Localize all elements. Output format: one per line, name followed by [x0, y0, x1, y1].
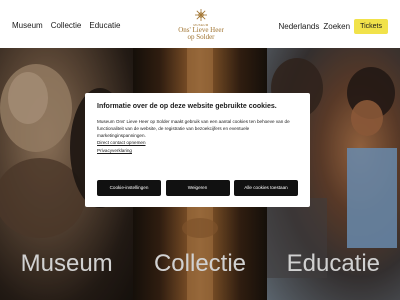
- nav-museum[interactable]: Museum: [12, 21, 43, 30]
- museum-logo[interactable]: MUSEUM Ons' Lieve Heer op Solder: [176, 8, 226, 46]
- cookie-description: Museum Ons' Lieve Heer op Solder maakt g…: [97, 119, 290, 138]
- cookie-actions: Cookie-instellingen Weigeren Alle cookie…: [97, 180, 298, 196]
- cookie-dialog: Informatie over de op deze website gebru…: [85, 93, 310, 207]
- nav-educatie[interactable]: Educatie: [89, 21, 120, 30]
- accept-all-cookies-button[interactable]: Alle cookies toestaan: [234, 180, 298, 196]
- logo-ornament-icon: [195, 9, 207, 21]
- cookie-settings-button[interactable]: Cookie-instellingen: [97, 180, 161, 196]
- reject-cookies-button[interactable]: Weigeren: [165, 180, 230, 196]
- contact-link[interactable]: Direct contact opnemen: [97, 139, 298, 147]
- utility-nav: Nederlands Zoeken Tickets: [278, 19, 388, 34]
- language-switch[interactable]: Nederlands: [278, 22, 319, 31]
- main-nav: Museum Collectie Educatie: [12, 21, 121, 30]
- logo-line-2: op Solder: [187, 33, 215, 41]
- site-header: Museum Collectie Educatie MUSEUM Ons' Li…: [0, 0, 400, 48]
- tickets-button[interactable]: Tickets: [354, 19, 388, 34]
- cookie-title: Informatie over de op deze website gebru…: [97, 103, 277, 110]
- search-link[interactable]: Zoeken: [323, 22, 350, 31]
- privacy-link[interactable]: Privacyverklaring: [97, 147, 298, 155]
- nav-collectie[interactable]: Collectie: [51, 21, 82, 30]
